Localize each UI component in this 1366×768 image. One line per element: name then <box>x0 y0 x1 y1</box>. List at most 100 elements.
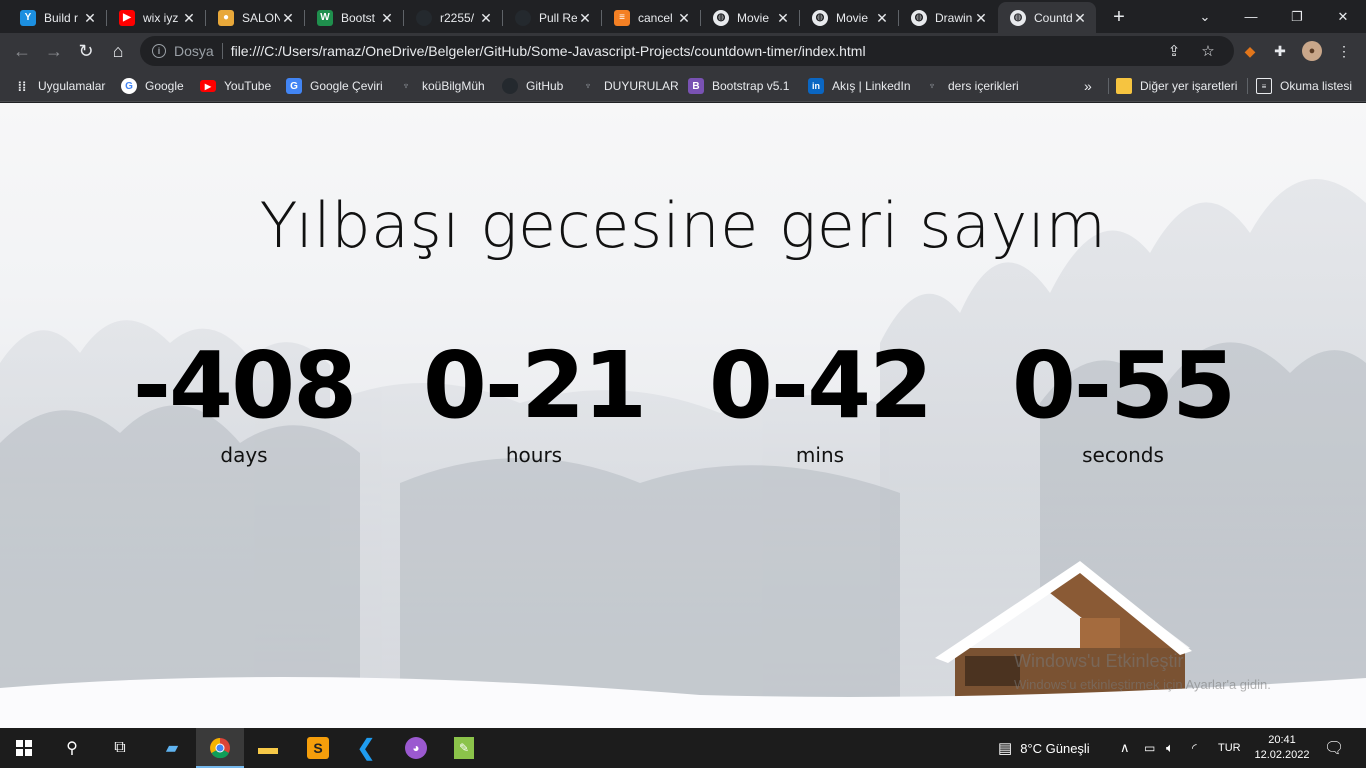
bookmark-label: koüBilgMüh <box>422 79 485 93</box>
apps-grid-icon: ⁞⁞ <box>17 78 27 94</box>
close-icon[interactable]: ✕ <box>676 10 692 26</box>
yammer-icon: Y <box>20 9 36 26</box>
tray-overflow-icon[interactable]: ∧ <box>1120 728 1130 768</box>
tab-search-button[interactable]: ⌄ <box>1182 0 1228 33</box>
tab-pull-request[interactable]: Pull Re ✕ <box>503 2 602 33</box>
reload-button[interactable]: ↻ <box>72 37 100 65</box>
extensions-icon[interactable]: ✚ <box>1270 41 1290 61</box>
new-tab-button[interactable]: + <box>1106 5 1132 29</box>
page-title: Yılbaşı gecesine geri sayım <box>259 189 1107 262</box>
bookmark-koubilgmuh[interactable]: ♆ koüBilgMüh <box>398 76 485 96</box>
close-icon[interactable]: ✕ <box>181 10 197 26</box>
bookmark-google[interactable]: G Google <box>121 76 184 96</box>
close-window-button[interactable]: ✕ <box>1320 0 1366 33</box>
close-icon[interactable]: ✕ <box>82 10 98 26</box>
notification-icon[interactable]: 🗨︎ <box>1324 728 1344 768</box>
bookmark-label: Okuma listesi <box>1280 79 1353 93</box>
bookmark-github[interactable]: GitHub <box>502 76 563 96</box>
tab-cancel[interactable]: ≡ cancel ✕ <box>602 2 701 33</box>
bookmark-label: GitHub <box>526 79 564 93</box>
tab-drawing[interactable]: ◍ Drawin ✕ <box>899 2 997 33</box>
file-explorer-icon[interactable]: ▬ <box>244 728 292 768</box>
bookmark-translate[interactable]: G Google Çeviri <box>286 76 383 96</box>
youtube-icon: ▶ <box>119 9 135 26</box>
github-icon <box>515 9 531 26</box>
forward-button[interactable]: → <box>40 37 68 65</box>
home-button[interactable]: ⌂ <box>104 37 132 65</box>
hours-value: 0-21 <box>422 332 647 439</box>
clock-date: 12.02.2022 <box>1254 749 1310 761</box>
bookmark-label: Diğer yer işaretleri <box>1140 79 1238 93</box>
avatar[interactable]: ● <box>1302 41 1322 61</box>
close-icon[interactable]: ✕ <box>280 10 296 26</box>
address-bar[interactable]: i Dosya file:///C:/Users/ramaz/OneDrive/… <box>140 36 1234 66</box>
bookmark-reading-list[interactable]: ≡ Okuma listesi <box>1256 76 1352 96</box>
burger-icon: ● <box>218 9 234 26</box>
url-text[interactable]: file:///C:/Users/ramaz/OneDrive/Belgeler… <box>231 43 866 59</box>
minimize-button[interactable]: — <box>1228 0 1274 33</box>
close-icon[interactable]: ✕ <box>775 10 791 26</box>
volume-icon[interactable]: 🔈︎ <box>1166 728 1174 768</box>
vscode-icon[interactable]: ❮ <box>342 728 390 768</box>
bookmark-other[interactable]: ■ Diğer yer işaretleri <box>1116 76 1237 96</box>
laptop-app-icon[interactable]: ▰ <box>148 728 196 768</box>
sublime-text-icon[interactable]: S <box>294 728 342 768</box>
bookmark-duyurular[interactable]: ♆ DUYURULAR <box>580 76 678 96</box>
info-icon[interactable]: i <box>152 44 166 58</box>
tab-wix[interactable]: ▶ wix iyz ✕ <box>107 2 206 33</box>
countdown-hours: 0-21 hours <box>414 331 654 467</box>
close-icon[interactable]: ✕ <box>1072 10 1088 26</box>
back-button[interactable]: ← <box>8 37 36 65</box>
windows-start-icon[interactable] <box>0 728 48 768</box>
bookmarks-overflow-button[interactable]: » <box>1084 76 1092 96</box>
tab-title: Pull Re <box>539 10 577 25</box>
bookmark-linkedin[interactable]: in Akış | LinkedIn <box>808 76 911 96</box>
tab-countdown[interactable]: ◍ Countd ✕ <box>998 2 1096 33</box>
share-icon[interactable]: ⇪ <box>1160 36 1188 66</box>
restore-button[interactable]: ❐ <box>1274 0 1320 33</box>
tab-salon[interactable]: ● SALON ✕ <box>206 2 305 33</box>
task-view-icon[interactable]: ⧉ <box>96 728 144 768</box>
metamask-icon[interactable]: ◆ <box>1240 41 1260 61</box>
tab-movie-2[interactable]: ◍ Movie ✕ <box>800 2 899 33</box>
clock-time: 20:41 <box>1268 734 1296 746</box>
kou-icon: ♆ <box>928 80 936 92</box>
menu-icon[interactable]: ⋮ <box>1334 41 1354 61</box>
bookmark-label: Google Çeviri <box>310 79 383 93</box>
github-desktop-icon[interactable]: ◕ <box>392 728 440 768</box>
language-indicator[interactable]: TUR <box>1218 728 1241 768</box>
linkedin-icon: in <box>808 78 824 94</box>
tab-title: cancel <box>638 10 673 25</box>
search-icon[interactable]: ⚲ <box>48 728 96 768</box>
bookmark-bootstrap[interactable]: B Bootstrap v5.1 <box>688 76 789 96</box>
notepad-icon[interactable]: ✎ <box>440 728 488 768</box>
close-icon[interactable]: ✕ <box>874 10 890 26</box>
windows-taskbar: ⚲ ⧉ ▰ ▬ S ❮ ◕ ✎ ▤ 8°C Güneşli ∧ ▭ 🔈︎ ◜ T… <box>0 728 1366 768</box>
bookmark-youtube[interactable]: ▶ YouTube <box>200 76 271 96</box>
clock[interactable]: 20:41 12.02.2022 <box>1254 728 1310 768</box>
countdown-mins: 0-42 mins <box>700 331 940 467</box>
globe-icon: ◍ <box>713 9 729 26</box>
close-icon[interactable]: ✕ <box>973 10 989 26</box>
mins-label: mins <box>795 443 845 467</box>
bookmark-label: Google <box>145 79 184 93</box>
tab-bootstrap[interactable]: W Bootst ✕ <box>305 2 404 33</box>
battery-icon[interactable]: ▭ <box>1144 728 1155 768</box>
tab-movie-1[interactable]: ◍ Movie ✕ <box>701 2 800 33</box>
bookmark-apps[interactable]: ⁞⁞ Uygulamalar <box>14 76 106 96</box>
tab-title: Bootst <box>341 10 376 25</box>
bookmark-label: ders içerikleri <box>948 79 1019 93</box>
bookmark-label: YouTube <box>224 79 272 93</box>
globe-icon: ◍ <box>1010 9 1026 26</box>
bookmark-ders[interactable]: ♆ ders içerikleri <box>924 76 1019 96</box>
folder-icon: ■ <box>1116 78 1132 94</box>
close-icon[interactable]: ✕ <box>478 10 494 26</box>
tab-r2255[interactable]: r2255/ ✕ <box>404 2 503 33</box>
star-icon[interactable]: ☆ <box>1194 36 1222 66</box>
weather-widget[interactable]: ▤ 8°C Güneşli <box>998 728 1090 768</box>
tab-build[interactable]: Y Build r ✕ <box>8 2 107 33</box>
wifi-icon[interactable]: ◜ <box>1192 728 1197 768</box>
close-icon[interactable]: ✕ <box>577 10 593 26</box>
chrome-icon[interactable] <box>196 728 244 768</box>
close-icon[interactable]: ✕ <box>379 10 395 26</box>
